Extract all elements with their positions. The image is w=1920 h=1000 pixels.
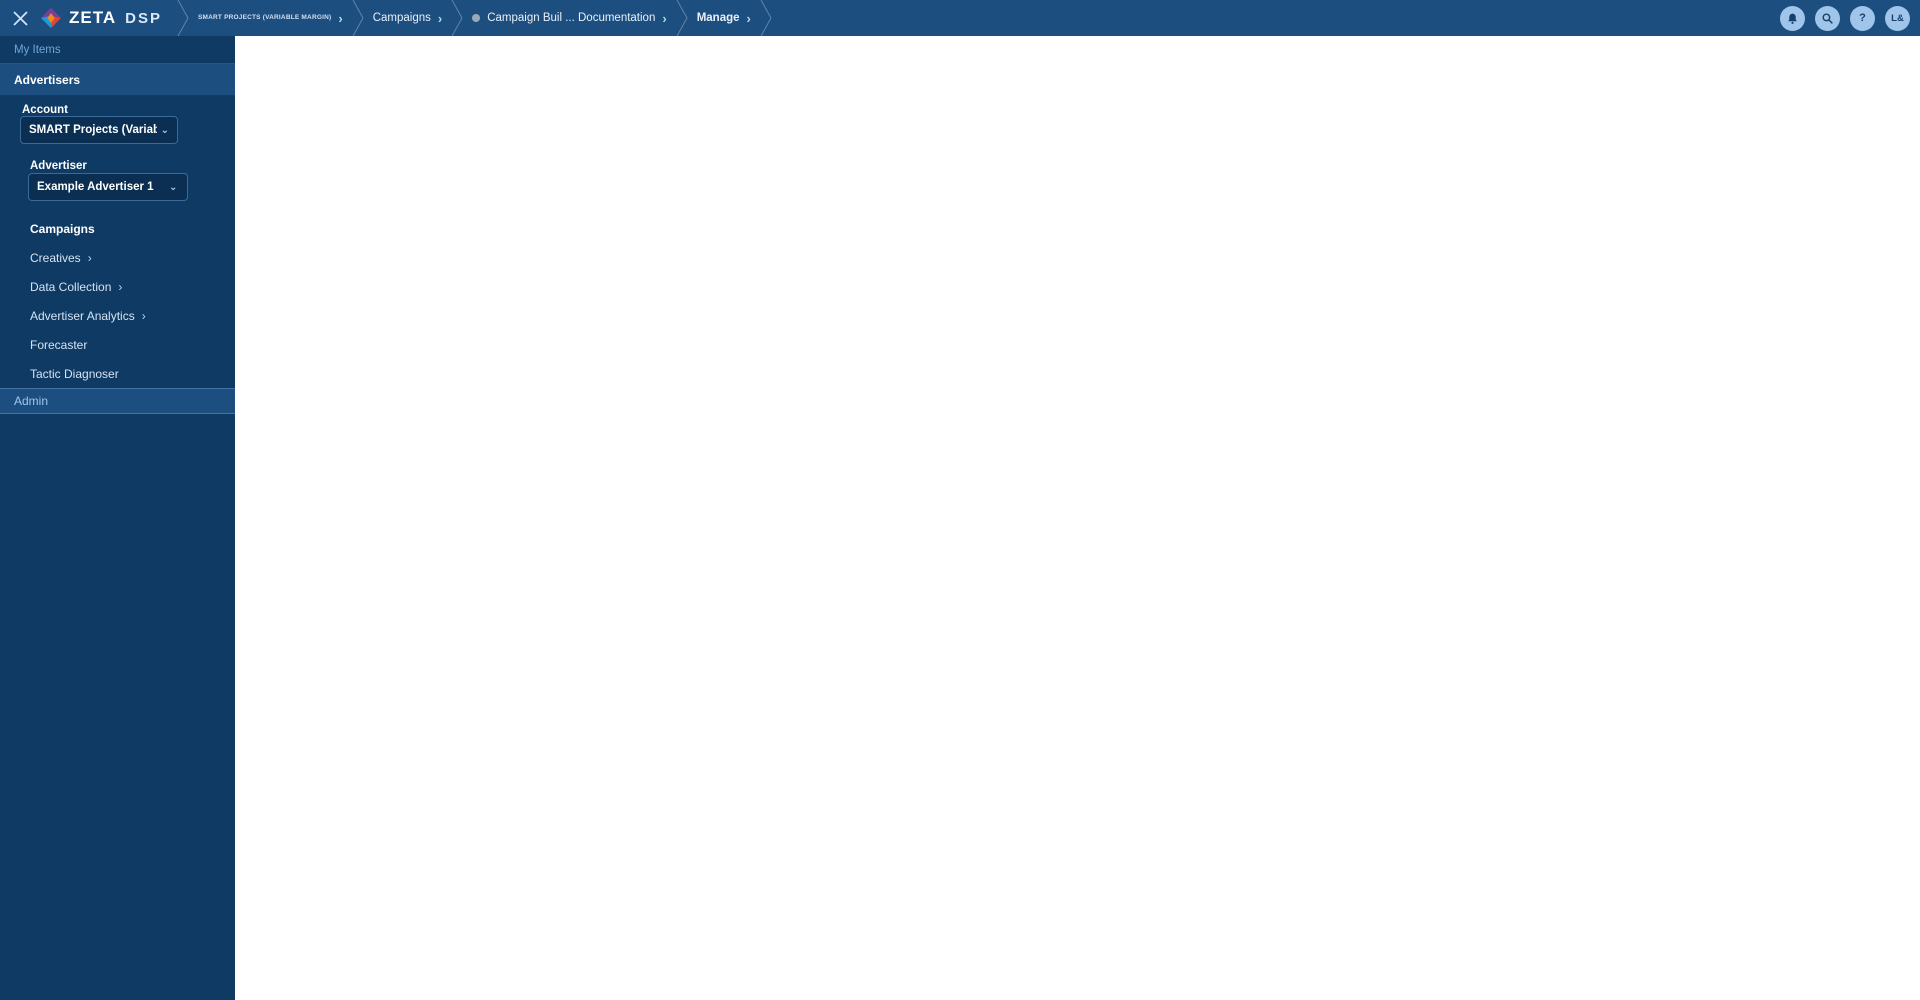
sidebar-nav: Campaigns Creatives › Data Collection › … [0,214,235,388]
advertiser-label: Advertiser [30,160,87,172]
breadcrumb-campaigns-label: Campaigns [372,12,431,24]
sidebar-item-advertisers[interactable]: Advertisers [0,64,235,96]
zeta-diamond-logo [40,7,62,29]
sidebar-item-label: Tactic Diagnoser [30,366,119,381]
breadcrumb-campaigns[interactable]: Campaigns › [365,11,451,26]
sidebar-item-data-collection[interactable]: Data Collection › [0,272,235,301]
avatar[interactable]: L& [1885,5,1910,31]
breadcrumb-manage-label: Manage [696,12,740,24]
sidebar-item-admin[interactable]: Admin [0,388,235,414]
app-window: ZETA DSP SMART PROJECTS (VARIABLE MARGIN… [0,0,1920,1000]
breadcrumb-advertiser-name: Example Advertiser 1 [235,36,1920,1000]
sidebar-item-tactic-diagnoser[interactable]: Tactic Diagnoser [0,359,235,388]
sidebar-item-my-items[interactable]: My Items [0,36,235,64]
chevron-right-icon: › [437,10,443,26]
breadcrumb-account-name: SMART PROJECTS (VARIABLE MARGIN) [197,14,332,22]
breadcrumb-manage[interactable]: Manage › [689,11,759,26]
avatar-initials: L& [1891,12,1904,24]
chevron-down-icon: ⌄ [169,181,178,193]
chevron-right-icon: › [746,10,751,26]
sidebar-item-label: Campaigns [30,221,95,236]
chevron-right-icon: › [141,308,146,323]
advertiser-select[interactable]: Example Advertiser 1 ⌄ [28,173,188,201]
sidebar: My Items Advertisers Account SMART Proje… [0,36,235,1000]
sidebar-item-label: Advertiser Analytics [30,308,135,323]
chevron-right-icon: › [118,279,123,294]
breadcrumb-separator [760,0,772,36]
close-icon[interactable] [0,0,40,36]
breadcrumb-separator [676,0,688,36]
sidebar-item-label: Forecaster [30,337,88,352]
sidebar-item-label: Data Collection [30,279,112,294]
help-icon[interactable]: ? [1850,5,1875,31]
help-glyph: ? [1859,12,1866,24]
chevron-down-icon: ⌄ [160,124,169,136]
sidebar-item-campaigns[interactable]: Campaigns [0,214,235,243]
search-icon[interactable] [1815,5,1840,31]
breadcrumb-separator [177,0,189,36]
chevron-right-icon: › [338,10,343,26]
breadcrumb-separator [352,0,364,36]
breadcrumb-advertiser[interactable]: SMART PROJECTS (VARIABLE MARGIN) Example… [190,10,1920,1000]
notifications-icon[interactable] [1780,5,1805,31]
sidebar-item-forecaster[interactable]: Forecaster [0,330,235,359]
sidebar-item-advertiser-analytics[interactable]: Advertiser Analytics › [0,301,235,330]
account-select-value: SMART Projects (Variable M... [29,124,157,136]
zeta-dsp-logo[interactable]: ZETA DSP [40,7,162,29]
sidebar-item-creatives[interactable]: Creatives › [0,243,235,272]
campaign-status-dot [472,14,481,22]
chevron-right-icon: › [87,250,92,265]
sidebar-item-label: Creatives [30,250,81,265]
logo-zeta-text: ZETA [69,8,117,27]
top-bar: ZETA DSP SMART PROJECTS (VARIABLE MARGIN… [0,0,1920,1000]
breadcrumb-campaign[interactable]: Campaign Buil ... Documentation › [464,11,674,26]
advertiser-select-value: Example Advertiser 1 [37,181,154,193]
account-label: Account [22,104,68,116]
topbar-actions: ? L& [1780,5,1920,31]
logo-dsp-text: DSP [125,9,162,27]
breadcrumb-campaign-label: Campaign Buil ... Documentation [487,12,656,24]
account-select[interactable]: SMART Projects (Variable M... ⌄ [20,116,178,144]
breadcrumb-separator [451,0,463,36]
chevron-right-icon: › [662,10,667,26]
